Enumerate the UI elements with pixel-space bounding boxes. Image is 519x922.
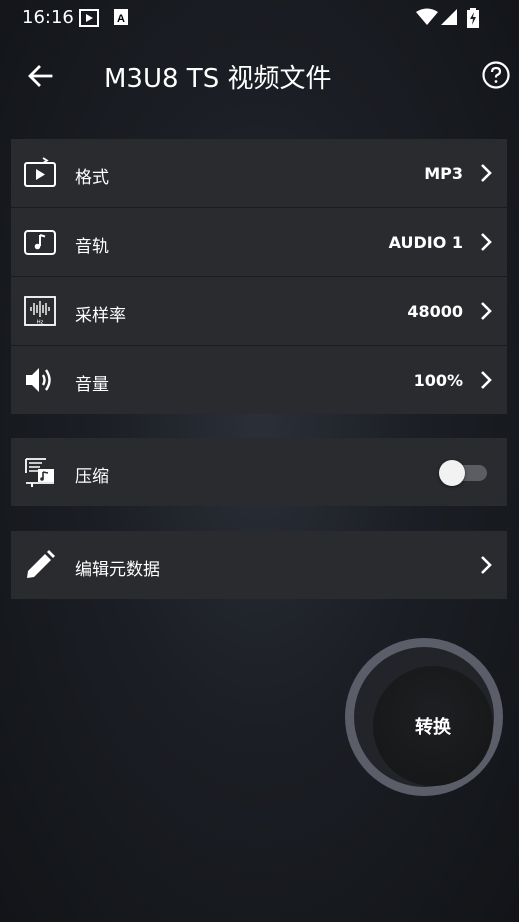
setting-value: 48000	[407, 302, 463, 321]
back-button[interactable]	[24, 60, 56, 92]
audio-track-icon	[24, 230, 56, 255]
setting-row-format[interactable]: 格式 MP3	[11, 139, 507, 208]
chevron-right-icon	[481, 302, 492, 320]
battery-charging-icon	[467, 8, 479, 28]
setting-label: 音量	[75, 375, 109, 395]
help-button[interactable]	[481, 60, 511, 90]
signal-icon	[441, 9, 457, 25]
convert-button-ring: 转换	[345, 638, 503, 796]
setting-row-volume[interactable]: 音量 100%	[11, 346, 507, 414]
setting-label: 格式	[75, 168, 109, 188]
volume-icon	[26, 368, 51, 392]
status-bar: 16:16 A	[0, 0, 519, 34]
setting-row-edit-metadata[interactable]: 编辑元数据	[11, 531, 507, 599]
setting-value: 100%	[413, 371, 463, 390]
arrow-left-icon	[28, 65, 53, 87]
setting-value: AUDIO 1	[388, 233, 463, 252]
toggle-thumb	[439, 460, 465, 486]
sample-rate-icon: Hz	[24, 296, 56, 326]
format-icon	[24, 157, 56, 187]
convert-button[interactable]: 转换	[373, 666, 493, 786]
setting-row-compress: 压缩	[11, 438, 507, 506]
compress-card: 压缩	[11, 438, 507, 506]
setting-label: 音轨	[75, 237, 109, 257]
compress-toggle[interactable]	[439, 460, 491, 486]
pencil-icon	[27, 550, 55, 578]
screen-record-icon	[79, 9, 99, 27]
svg-text:Hz: Hz	[37, 320, 44, 326]
setting-label: 采样率	[75, 306, 126, 326]
setting-row-sample-rate[interactable]: Hz 采样率 48000	[11, 277, 507, 346]
wifi-icon	[416, 8, 438, 25]
compress-icon	[25, 458, 54, 487]
app-bar: M3U8 TS 视频文件	[0, 34, 519, 118]
status-time: 16:16	[22, 7, 74, 28]
chevron-right-icon	[481, 233, 492, 251]
svg-text:A: A	[117, 13, 125, 25]
edit-metadata-label: 编辑元数据	[75, 560, 160, 580]
convert-button-inner-ring: 转换	[354, 647, 494, 787]
metadata-card: 编辑元数据	[11, 531, 507, 599]
chevron-right-icon	[481, 164, 492, 182]
chevron-right-icon	[481, 556, 492, 574]
convert-label: 转换	[415, 717, 451, 738]
compress-label: 压缩	[75, 467, 109, 487]
a-badge-icon: A	[114, 9, 128, 25]
page-title: M3U8 TS 视频文件	[104, 64, 332, 94]
setting-row-audio-track[interactable]: 音轨 AUDIO 1	[11, 208, 507, 277]
settings-card: 格式 MP3 音轨 AUDIO 1 Hz 采样率 48000 音量 100%	[11, 139, 507, 414]
setting-value: MP3	[424, 164, 463, 183]
chevron-right-icon	[481, 371, 492, 389]
help-circle-icon	[482, 61, 510, 89]
